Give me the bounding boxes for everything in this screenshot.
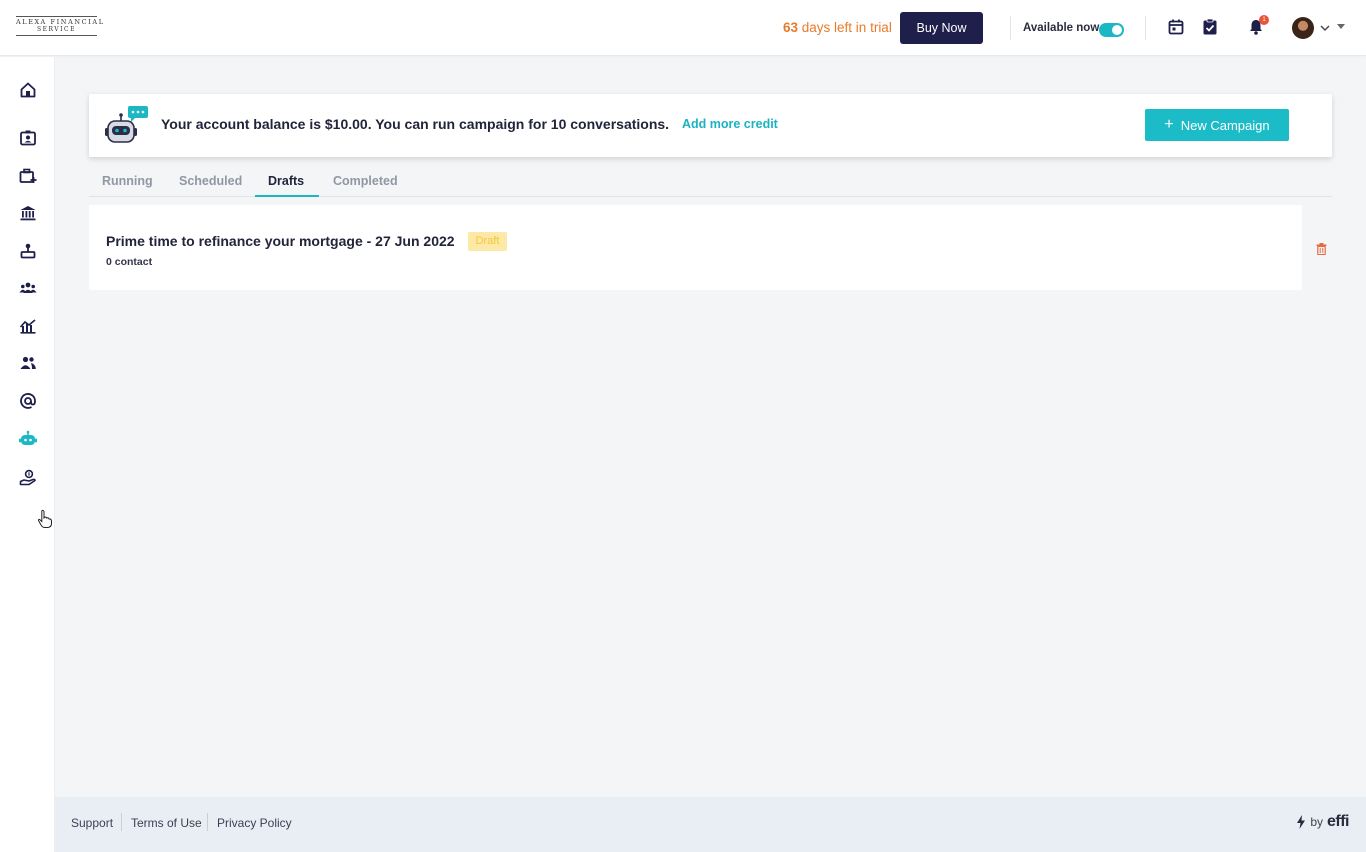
- availability-label: Available now: [1023, 22, 1100, 34]
- top-header: ALEXA FINANCIAL SERVICE 63 days left in …: [0, 0, 1366, 56]
- users-icon: [20, 356, 36, 369]
- logo-line1: ALEXA FINANCIAL: [16, 18, 105, 26]
- id-badge-icon: [20, 130, 36, 146]
- sidebar-item-analytics[interactable]: [17, 315, 39, 337]
- chat-robot-icon: [105, 106, 148, 143]
- plus-icon: +: [1164, 116, 1174, 133]
- logo-line2: SERVICE: [37, 26, 76, 33]
- campaign-contact-count: 0 contact: [106, 256, 153, 268]
- buy-now-button[interactable]: Buy Now: [900, 12, 983, 44]
- tab-completed[interactable]: Completed: [333, 174, 398, 188]
- chevron-down-icon[interactable]: [1319, 22, 1331, 34]
- sidebar-item-loan[interactable]: [17, 467, 39, 489]
- at-sign-icon: [20, 393, 36, 409]
- user-avatar[interactable]: [1292, 17, 1314, 39]
- status-badge: Draft: [468, 232, 507, 251]
- footer-divider: [121, 813, 122, 831]
- powered-by-text: by: [1310, 815, 1323, 829]
- powered-by[interactable]: by effi: [1296, 813, 1350, 831]
- trial-status: 63 days left in trial: [783, 20, 892, 35]
- header-divider: [1010, 16, 1011, 40]
- new-campaign-label: New Campaign: [1180, 117, 1270, 133]
- sidebar-item-bank[interactable]: [17, 202, 39, 224]
- trash-icon[interactable]: [1316, 243, 1327, 255]
- footer-link-support[interactable]: Support: [71, 816, 113, 830]
- active-tab-indicator: [255, 195, 319, 197]
- robot-icon: [19, 430, 37, 445]
- sidebar-item-contacts-card[interactable]: [17, 127, 39, 149]
- tab-running[interactable]: Running: [102, 174, 153, 188]
- task-check-icon[interactable]: [1201, 18, 1219, 36]
- brand-name: effi: [1327, 813, 1350, 830]
- footer-link-terms[interactable]: Terms of Use: [131, 816, 202, 830]
- balance-message: Your account balance is $10.00. You can …: [161, 116, 670, 132]
- tab-drafts[interactable]: Drafts: [268, 174, 304, 188]
- notification-badge: 1: [1259, 15, 1269, 25]
- sidebar-item-add-deal[interactable]: [17, 165, 39, 187]
- group-icon: [19, 282, 37, 293]
- home-icon: [20, 82, 36, 98]
- page-footer: Support Terms of Use Privacy Policy by e…: [55, 797, 1366, 852]
- header-divider: [1145, 16, 1146, 40]
- bank-icon: [20, 206, 36, 221]
- trial-text: days left in trial: [798, 20, 892, 35]
- sidebar-item-email[interactable]: [17, 390, 39, 412]
- sidebar-item-users[interactable]: [17, 352, 39, 374]
- chart-trend-icon: [19, 319, 36, 334]
- campaign-status-tabs: Running Scheduled Drafts Completed: [89, 166, 1332, 197]
- footer-divider: [207, 813, 208, 831]
- sidebar-item-user-network[interactable]: [17, 240, 39, 262]
- availability-toggle[interactable]: [1099, 23, 1124, 37]
- campaign-title[interactable]: Prime time to refinance your mortgage - …: [106, 233, 455, 249]
- new-campaign-button[interactable]: + New Campaign: [1145, 109, 1289, 141]
- person-sitemap-icon: [20, 243, 36, 259]
- briefcase-plus-icon: [19, 168, 37, 183]
- sidebar: [0, 57, 55, 852]
- calendar-icon[interactable]: [1167, 18, 1185, 36]
- sidebar-item-home[interactable]: [17, 79, 39, 101]
- sidebar-item-campaign-bot[interactable]: [17, 428, 39, 450]
- tab-scheduled[interactable]: Scheduled: [179, 174, 242, 188]
- sidebar-item-teams[interactable]: [17, 277, 39, 299]
- add-credit-link[interactable]: Add more credit: [682, 117, 778, 131]
- footer-link-privacy[interactable]: Privacy Policy: [217, 816, 292, 830]
- hand-coin-icon: [19, 469, 36, 486]
- caret-down-icon[interactable]: [1337, 24, 1345, 29]
- trial-days: 63: [783, 20, 799, 35]
- company-logo[interactable]: ALEXA FINANCIAL SERVICE: [16, 15, 105, 37]
- lightning-bolt-icon: [1297, 815, 1306, 829]
- hand-pointer-cursor-icon: [37, 509, 52, 528]
